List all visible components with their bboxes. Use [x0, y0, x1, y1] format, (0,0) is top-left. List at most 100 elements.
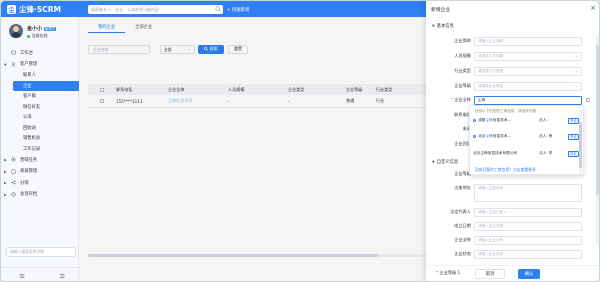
radio-icon [473, 119, 476, 122]
sidebar-item-customer-mgmt[interactable]: ▼ 客户管理 [1, 59, 79, 71]
company-autocomplete-dropdown: 找到以下匹配的工商信息，请选择完善 成都 尘锋 信息技术... 法人: 开业 北京尘… [469, 105, 584, 175]
field-register-address: 注册地址 请输入注册地址 [426, 184, 599, 202]
sidebar-item-enterprise[interactable]: 企业 [13, 80, 79, 91]
field-label: *企业全称 [451, 97, 471, 102]
app-window: 尘 尘锋·SCRM 搜索联系人、企业、公海池等功能内容 + 快速新增 金小小 管… [0, 0, 600, 282]
sidebar-item-wechat-friends[interactable]: 微信好友 [1, 102, 79, 113]
field-label: 行业类型 [454, 68, 471, 73]
section-label: 自定义信息 [436, 160, 459, 165]
enterprise-status-input[interactable]: 请输入企业状态 [474, 250, 582, 259]
global-search-placeholder: 搜索联系人、企业、公海池等功能内容 [91, 6, 159, 12]
user-profile[interactable]: 金小小 管理员 当前在线 [9, 23, 79, 41]
sidebar-item-label: 会话存档 [20, 192, 38, 198]
field-label: 注册地址 [454, 185, 471, 190]
dropdown-scrollbar[interactable] [579, 108, 582, 174]
sidebar-item-recycle-bin[interactable]: 回收站 [1, 123, 79, 134]
logo-mark: 尘 [7, 4, 16, 14]
field-label: 企业全称 [454, 237, 471, 242]
field-industry: 行业类型 请选择行业类型 [426, 67, 599, 77]
found-date-input[interactable]: 请输入成立日期 [474, 222, 582, 231]
clock-icon [11, 192, 16, 197]
menu-search-input[interactable]: 请输入搜索菜单功能 [6, 247, 76, 257]
autocomplete-option[interactable]: 北京 尘锋 信息技术有限公司 法人: 李 开业 [473, 149, 579, 158]
legal-person: 法人: 李 [539, 151, 553, 155]
refresh-icon[interactable] [585, 97, 591, 103]
field-enterprise-status: 企业状态 请输入企业状态 [426, 250, 599, 260]
sidebar-item-merchant[interactable]: ▶ 商城管理 [1, 166, 79, 178]
legal-person: 法人: 蔡 [539, 134, 553, 138]
field-level: 企业等级 请选择企业等级 [426, 82, 599, 92]
avatar [9, 24, 23, 38]
search-icon[interactable] [215, 6, 221, 12]
field-label: 企业简称 [454, 38, 471, 43]
sidebar-nav: 工作台 ▼ 客户管理 联系人 企业 客户群 微信好友 公海 回收站 销售机会 工… [1, 47, 79, 200]
field-label: 人员规模 [454, 53, 471, 58]
sidebar-item-label: 客户管理 [20, 62, 38, 68]
caret-right-icon: ▶ [4, 192, 7, 197]
legal-rep-input[interactable]: 请输入法定代表人 [474, 208, 582, 217]
workbench-icon [11, 51, 16, 55]
short-name-input[interactable]: 请输入企业简称 [474, 37, 582, 46]
cancel-button[interactable]: 取消 [475, 269, 505, 279]
autocomplete-option[interactable]: 北京 尘锋 信息技术... 法人: 蔡 开业 [473, 132, 579, 141]
settings-sliders-icon[interactable] [19, 273, 25, 279]
section-label: 基本信息 [436, 24, 454, 29]
share-icon [11, 180, 16, 185]
sidebar-item-customer-group[interactable]: 客户群 [1, 91, 79, 102]
sidebar-item-contacts[interactable]: 联系人 [1, 70, 79, 81]
person-icon [11, 62, 16, 67]
sidebar-item-session-archive[interactable]: ▶ 会话存档 [1, 189, 79, 201]
sidebar-item-public-pool[interactable]: 公海 [1, 112, 79, 123]
sidebar-item-marketing[interactable]: ▶ 营销任务 [1, 154, 79, 166]
register-address-input[interactable]: 请输入注册地址 [474, 184, 582, 202]
field-label: 企业等级 [454, 83, 471, 88]
quick-new-button[interactable]: + 快速新增 [227, 5, 249, 14]
role-badge: 管理员 [43, 27, 57, 31]
logo-text: 尘锋·SCRM [19, 4, 61, 14]
shop-icon [11, 169, 16, 174]
footer-level-field: * 企业等级 1 [436, 270, 461, 275]
sidebar: 金小小 管理员 当前在线 工作台 ▼ 客户管理 联系人 企业 客户群 微信好友 … [1, 17, 79, 281]
sidebar-footer [1, 267, 79, 281]
sidebar-item-opportunity[interactable]: 销售机会 [1, 133, 79, 144]
caret-down-icon: ▼ [432, 24, 435, 28]
modal-overlay[interactable] [79, 17, 426, 281]
staff-size-select[interactable]: 请选择人员规模 [474, 52, 582, 61]
status-badge: 开业 [568, 117, 579, 124]
autocomplete-option[interactable]: 成都 尘锋 信息技术... 法人: 开业 [473, 116, 579, 125]
app-logo[interactable]: 尘 尘锋·SCRM [7, 4, 61, 14]
sidebar-item-distribution[interactable]: ▶ 分销 [1, 177, 79, 189]
radio-icon [473, 135, 476, 138]
autocomplete-hint: 找到以下匹配的工商信息，请选择完善 [475, 109, 537, 113]
confirm-button[interactable]: 确认 [518, 269, 540, 279]
sidebar-item-work-record[interactable]: 工作记录 [1, 144, 79, 155]
section-custom-info[interactable]: ▼ 自定义信息 [432, 159, 458, 165]
online-dot-icon [27, 34, 30, 38]
footer-level-value[interactable]: 1 [458, 270, 461, 275]
caret-down-icon: ▼ [432, 160, 435, 164]
drawer-title: 新增企业 [431, 8, 451, 13]
view-more-link[interactable]: 没有匹配的工商信息？点击查看更多 [475, 167, 536, 173]
caret-down-icon: ▼ [4, 62, 7, 67]
caret-right-icon: ▶ [4, 181, 7, 185]
field-label: 企业状态 [454, 251, 471, 256]
collapse-menu-icon[interactable] [59, 273, 65, 279]
field-label: 法定代表人 [450, 209, 471, 214]
level-select[interactable]: 请选择企业等级 [474, 82, 582, 91]
user-status: 当前在线 [27, 33, 48, 39]
field-found-date: 成立日期 请输入成立日期 [426, 222, 599, 232]
target-icon [11, 157, 16, 162]
custom-full-name-input[interactable]: 请输入企业全称 [474, 236, 582, 245]
close-icon[interactable]: × [590, 4, 596, 12]
sidebar-item-label: 分销 [20, 180, 29, 186]
drawer-scrollbar[interactable] [596, 35, 599, 245]
field-label: 成立日期 [454, 223, 471, 228]
industry-select[interactable]: 请选择行业类型 [474, 67, 582, 76]
drawer-footer: * 企业等级 1 取消 确认 [426, 265, 599, 281]
status-badge: 开业 [568, 150, 579, 157]
sidebar-item-workbench[interactable]: 工作台 [1, 47, 79, 59]
full-name-input[interactable]: 尘锋 [474, 96, 582, 105]
global-search-input[interactable]: 搜索联系人、企业、公海池等功能内容 [88, 5, 223, 14]
section-basic-info[interactable]: ▼ 基本信息 [432, 23, 454, 29]
field-staff-size: 人员规模 请选择人员规模 [426, 52, 599, 62]
